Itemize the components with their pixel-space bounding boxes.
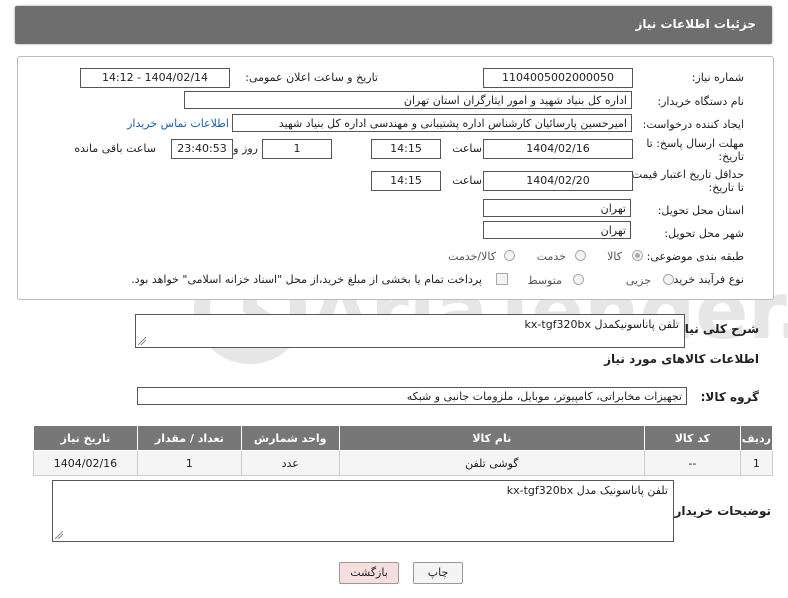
cell-name: گوشی تلفن	[338, 450, 645, 476]
remaining-time-field: 23:40:53	[171, 139, 233, 159]
process-option-minor: جزیی	[625, 274, 651, 287]
category-radio-service[interactable]	[575, 250, 586, 261]
process-radio-medium[interactable]	[573, 274, 584, 285]
process-option-medium: متوسط	[527, 274, 562, 287]
city-label: شهر محل تحویل:	[664, 227, 744, 240]
table-header-row: ردیف کد کالا نام کالا واحد شمارش تعداد /…	[33, 425, 774, 451]
col-header-quantity: تعداد / مقدار	[136, 425, 242, 451]
deadline-label-2: تاریخ:	[718, 150, 744, 163]
deadline-time-field: 14:15	[371, 139, 441, 159]
resize-handle-icon[interactable]	[138, 337, 146, 345]
deadline-label-1: مهلت ارسال پاسخ: تا	[646, 137, 744, 150]
days-field: 1	[262, 139, 332, 159]
page-title: جزئیات اطلاعات نیاز	[635, 17, 756, 31]
buyer-notes-text: تلفن پاناسونیک مدل kx-tgf320bx	[506, 484, 668, 497]
buyer-org-label: نام دستگاه خریدار:	[657, 95, 744, 108]
print-button[interactable]: چاپ	[413, 562, 463, 584]
cell-quantity: 1	[136, 450, 242, 476]
days-label: روز و	[233, 142, 258, 155]
validity-label-2: تا تاریخ:	[708, 181, 744, 194]
validity-time-field: 14:15	[371, 171, 441, 191]
process-radio-minor[interactable]	[663, 274, 674, 285]
buyer-notes-label: توضیحات خریدار:	[669, 504, 771, 518]
city-field: تهران	[483, 221, 631, 239]
description-text: تلفن پاناسونیکمدل kx-tgf320bx	[524, 318, 679, 331]
province-field: تهران	[483, 199, 631, 217]
remaining-time-label: ساعت باقی مانده	[74, 142, 156, 155]
category-option-service: خدمت	[536, 250, 566, 263]
creator-field: امیرحسین پارسائیان کارشناس اداره پشتیبان…	[232, 114, 632, 132]
cell-date: 1404/02/16	[33, 450, 138, 476]
buyer-notes-textarea[interactable]: تلفن پاناسونیک مدل kx-tgf320bx	[52, 480, 674, 542]
validity-label-1: حداقل تاریخ اعتبار قیمت:	[628, 168, 744, 181]
announce-field: 1404/02/14 - 14:12	[80, 68, 230, 88]
col-header-date: تاریخ نیاز	[33, 425, 138, 451]
deadline-time-label: ساعت	[452, 142, 482, 155]
buyer-org-field: اداره کل بنیاد شهید و امور ایثارگران است…	[184, 91, 632, 109]
validity-time-label: ساعت	[452, 174, 482, 187]
goods-table: ردیف کد کالا نام کالا واحد شمارش تعداد /…	[33, 425, 774, 476]
col-header-name: نام کالا	[338, 425, 645, 451]
page: جزئیات اطلاعات نیاز AriaTender.neT شماره…	[0, 0, 788, 598]
province-label: استان محل تحویل:	[657, 204, 744, 217]
validity-date-field: 1404/02/20	[483, 171, 633, 191]
resize-handle-icon[interactable]	[55, 531, 63, 539]
cell-row-number: 1	[739, 450, 774, 476]
need-number-field: 1104005002000050	[483, 68, 633, 88]
cell-code: --	[643, 450, 741, 476]
goods-group-label: گروه کالا:	[700, 390, 759, 404]
need-number-label: شماره نیاز:	[691, 71, 744, 84]
goods-group-field: تجهیزات مخابراتی، کامپیوتر، موبایل، ملزو…	[137, 387, 687, 405]
cell-unit: عدد	[240, 450, 340, 476]
back-button[interactable]: بازگشت	[339, 562, 399, 584]
description-label: شرح کلی نیاز:	[673, 322, 759, 336]
description-textarea[interactable]: تلفن پاناسونیکمدل kx-tgf320bx	[135, 314, 685, 348]
header-bar: جزئیات اطلاعات نیاز	[15, 6, 772, 44]
process-label: نوع فرآیند خرید :	[666, 273, 744, 286]
goods-info-title: اطلاعات کالاهای مورد نیاز	[604, 352, 759, 366]
treasury-payment-note: پرداخت تمام یا بخشی از مبلغ خرید،از محل …	[131, 273, 482, 286]
category-option-goods-service: کالا/خدمت	[448, 250, 496, 263]
col-header-code: کد کالا	[643, 425, 741, 451]
col-header-row-number: ردیف	[739, 425, 774, 451]
category-radio-goods[interactable]	[632, 250, 643, 261]
table-row: 1 -- گوشی تلفن عدد 1 1404/02/16	[33, 450, 774, 476]
creator-label: ایجاد کننده درخواست:	[642, 118, 744, 131]
announce-label: تاریخ و ساعت اعلان عمومی:	[245, 71, 378, 84]
contact-buyer-link[interactable]: اطلاعات تماس خریدار	[127, 117, 229, 130]
treasury-payment-checkbox[interactable]	[496, 273, 508, 285]
category-option-goods: کالا	[607, 250, 622, 263]
category-label: طبقه بندی موضوعی:	[646, 250, 744, 263]
col-header-unit: واحد شمارش	[240, 425, 340, 451]
category-radio-goods-service[interactable]	[504, 250, 515, 261]
deadline-date-field: 1404/02/16	[483, 139, 633, 159]
